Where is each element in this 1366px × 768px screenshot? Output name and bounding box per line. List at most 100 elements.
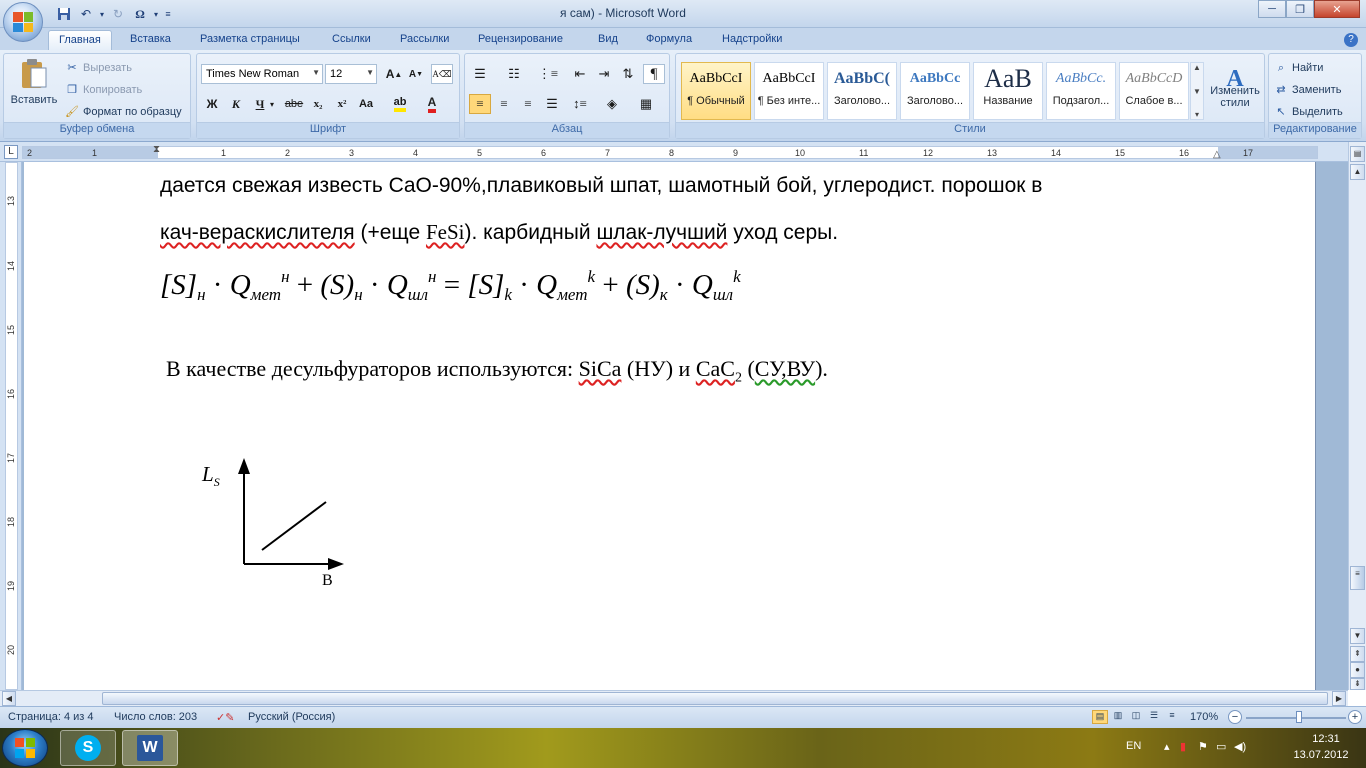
word-count[interactable]: Число слов: 203 bbox=[114, 711, 197, 723]
browse-object-icon[interactable]: ● bbox=[1350, 662, 1365, 678]
document-page[interactable]: дается свежая известь CaO-90%,плавиковый… bbox=[24, 162, 1316, 690]
scroll-thumb[interactable]: ≡ bbox=[1350, 566, 1365, 590]
undo-icon[interactable]: ↶ bbox=[76, 5, 96, 23]
customize-qat-icon[interactable]: ≡ bbox=[162, 5, 174, 23]
indent-marker-icon[interactable]: ⧗ bbox=[153, 144, 160, 155]
tab-addins[interactable]: Надстройки bbox=[712, 30, 792, 50]
zoom-out-icon[interactable]: − bbox=[1228, 710, 1242, 724]
sulfur-balance-equation[interactable]: [S]н · Qметн + (S)н · Qшлн = [S]k · Qмет… bbox=[160, 267, 741, 305]
spelling-error[interactable]: CaC2 bbox=[696, 356, 742, 385]
style-heading-2[interactable]: AaBbCc Заголово... bbox=[900, 62, 970, 120]
replace-button[interactable]: ⇄ Заменить bbox=[1273, 82, 1341, 98]
style-title[interactable]: AaB Название bbox=[973, 62, 1043, 120]
vertical-ruler-strip[interactable] bbox=[5, 162, 18, 690]
tab-page-layout[interactable]: Разметка страницы bbox=[190, 30, 310, 50]
underline-dropdown-icon[interactable]: ▾ bbox=[267, 94, 277, 114]
volume-icon[interactable]: ◀) bbox=[1234, 740, 1246, 753]
align-left-icon[interactable]: ≡ bbox=[469, 94, 491, 114]
superscript-button[interactable]: x² bbox=[331, 94, 353, 114]
scroll-left-icon[interactable]: ◀ bbox=[2, 691, 16, 706]
scroll-down-icon[interactable]: ▼ bbox=[1350, 628, 1365, 644]
network-icon[interactable]: ▮ bbox=[1180, 740, 1186, 753]
page-indicator[interactable]: Страница: 4 из 4 bbox=[8, 711, 94, 723]
shrink-font-button[interactable]: A ▼ bbox=[405, 64, 427, 84]
horizontal-scrollbar[interactable]: ◀ ▶ bbox=[0, 690, 1348, 706]
clock-time[interactable]: 12:31 bbox=[1298, 733, 1354, 745]
justify-icon[interactable]: ☰ bbox=[541, 94, 563, 114]
clock-date[interactable]: 13.07.2012 bbox=[1286, 749, 1356, 761]
draft-icon[interactable]: ≡ bbox=[1164, 710, 1180, 724]
select-button[interactable]: ↖ Выделить bbox=[1273, 104, 1342, 120]
language-indicator[interactable]: Русский (Россия) bbox=[248, 711, 335, 723]
help-icon[interactable]: ? bbox=[1340, 30, 1362, 50]
borders-icon[interactable]: ▦ bbox=[635, 94, 657, 114]
align-center-icon[interactable]: ≡ bbox=[493, 94, 515, 114]
tab-review[interactable]: Рецензирование bbox=[468, 30, 573, 50]
outline-icon[interactable]: ☰ bbox=[1146, 710, 1162, 724]
ruler-toggle-icon[interactable]: ▤ bbox=[1350, 146, 1365, 162]
next-page-icon[interactable]: ⇟ bbox=[1350, 678, 1365, 690]
maximize-button[interactable]: ❐ bbox=[1286, 0, 1314, 18]
change-case-button[interactable]: Aa bbox=[355, 94, 377, 114]
omega-icon[interactable]: Ω bbox=[130, 5, 150, 23]
tab-insert[interactable]: Вставка bbox=[120, 30, 181, 50]
numbering-icon[interactable]: ☷ bbox=[503, 64, 525, 84]
omega-dropdown-icon[interactable]: ▾ bbox=[152, 5, 160, 23]
web-layout-icon[interactable]: ◫ bbox=[1128, 710, 1144, 724]
undo-dropdown-icon[interactable]: ▾ bbox=[98, 5, 106, 23]
paste-button[interactable]: Вставить bbox=[8, 58, 60, 120]
bold-button[interactable]: Ж bbox=[201, 94, 223, 114]
zoom-slider-thumb[interactable] bbox=[1296, 711, 1302, 723]
proofing-icon[interactable]: ✓✎ bbox=[216, 711, 234, 724]
scroll-down-icon[interactable]: ▼ bbox=[1193, 87, 1201, 96]
text-line-2[interactable]: кач-вераскислителя (+еще FeSi). карбидны… bbox=[160, 220, 838, 245]
start-button[interactable] bbox=[2, 729, 48, 767]
line-spacing-icon[interactable]: ↕≡ bbox=[569, 94, 591, 114]
horizontal-scroll-thumb[interactable] bbox=[102, 692, 1328, 705]
grow-font-button[interactable]: A ▲ bbox=[383, 64, 405, 84]
multilevel-list-icon[interactable]: ⋮≡ bbox=[537, 64, 559, 84]
tab-mailings[interactable]: Рассылки bbox=[390, 30, 459, 50]
style-normal[interactable]: AaBbCcI ¶ Обычный bbox=[681, 62, 751, 120]
full-screen-reading-icon[interactable]: ▥ bbox=[1110, 710, 1126, 724]
text-line-1[interactable]: дается свежая известь CaO-90%,плавиковый… bbox=[160, 174, 1042, 198]
tab-selector[interactable]: L bbox=[4, 145, 18, 159]
sort-icon[interactable]: ⇅ bbox=[617, 64, 639, 84]
taskbar-word[interactable]: W bbox=[122, 730, 178, 766]
office-button[interactable] bbox=[3, 2, 43, 42]
font-size-combo[interactable]: 12 ▼ bbox=[325, 64, 377, 84]
clear-format-icon[interactable]: A⌫ bbox=[431, 64, 453, 84]
highlight-button[interactable]: ab bbox=[389, 94, 411, 114]
taskbar-skype[interactable]: S bbox=[60, 730, 116, 766]
ls-vs-b-graph[interactable]: LS B bbox=[196, 454, 356, 594]
zoom-in-icon[interactable]: + bbox=[1348, 710, 1362, 724]
tab-references[interactable]: Ссылки bbox=[322, 30, 381, 50]
increase-indent-icon[interactable]: ⇥ bbox=[593, 64, 615, 84]
font-color-button[interactable]: A bbox=[421, 94, 443, 114]
input-language[interactable]: EN bbox=[1126, 740, 1141, 752]
tab-formula[interactable]: Формула bbox=[636, 30, 702, 50]
copy-button[interactable]: ❐ Копировать bbox=[64, 82, 142, 98]
font-name-combo[interactable]: Times New Roman ▼ bbox=[201, 64, 323, 84]
more-styles-icon[interactable]: ▾ bbox=[1195, 110, 1199, 119]
prev-page-icon[interactable]: ⇞ bbox=[1350, 646, 1365, 662]
shading-icon[interactable]: ◈ bbox=[601, 94, 623, 114]
bullets-icon[interactable]: ☰ bbox=[469, 64, 491, 84]
vertical-scrollbar[interactable]: ▤ ▲ ≡ ▼ ⇞ ● ⇟ bbox=[1348, 142, 1366, 690]
style-heading-1[interactable]: AaBbC(Заголово... bbox=[827, 62, 897, 120]
decrease-indent-icon[interactable]: ⇤ bbox=[569, 64, 591, 84]
show-hidden-icons[interactable]: ▴ bbox=[1164, 740, 1170, 753]
tab-home[interactable]: Главная bbox=[48, 30, 112, 50]
italic-button[interactable]: К bbox=[225, 94, 247, 114]
scroll-up-icon[interactable]: ▲ bbox=[1193, 63, 1201, 72]
format-painter-button[interactable]: 🖌 Формат по образцу bbox=[64, 104, 182, 120]
find-button[interactable]: ⌕ Найти bbox=[1273, 60, 1323, 76]
tab-view[interactable]: Вид bbox=[588, 30, 628, 50]
grammar-error[interactable]: СУ,ВУ bbox=[755, 356, 815, 381]
spelling-error[interactable]: кач-вераскислителя bbox=[160, 221, 355, 244]
spelling-error[interactable]: FeSi bbox=[426, 220, 465, 244]
redo-icon[interactable]: ↻ bbox=[108, 5, 128, 23]
style-subtitle[interactable]: AaBbCc. Подзагол... bbox=[1046, 62, 1116, 120]
flag-icon[interactable]: ⚑ bbox=[1198, 740, 1208, 753]
show-marks-button[interactable]: ¶ bbox=[643, 64, 665, 84]
